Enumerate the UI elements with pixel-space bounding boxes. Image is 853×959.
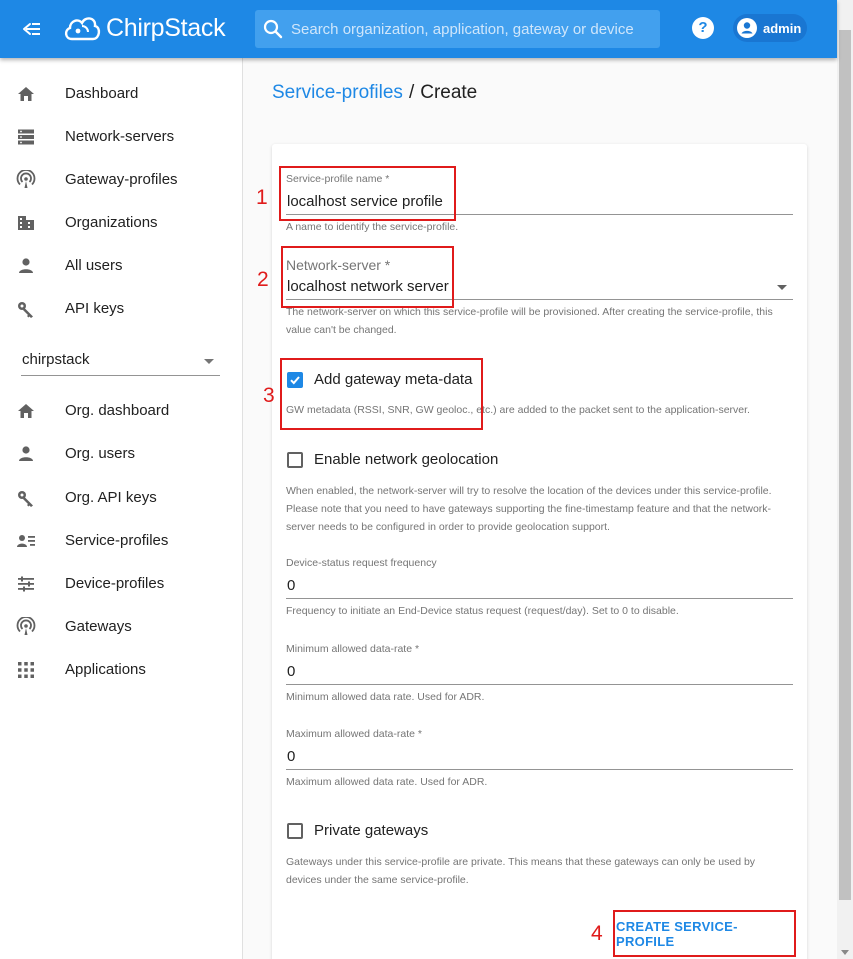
annotation-number-1: 1	[256, 186, 268, 209]
tune-icon	[15, 573, 37, 595]
home-icon	[15, 83, 37, 105]
gateway-icon	[15, 616, 37, 638]
breadcrumb: Service-profiles / Create	[272, 82, 477, 104]
sidebar-item-applications[interactable]: Applications	[0, 648, 242, 691]
min-data-rate-helper: Minimum allowed data rate. Used for ADR.	[286, 691, 485, 703]
cloud-logo-icon	[64, 17, 101, 41]
annotation-number-3: 3	[263, 384, 275, 407]
user-menu-button[interactable]: admin	[733, 14, 807, 42]
gateway-icon	[15, 169, 37, 191]
chevron-down-icon	[777, 285, 787, 290]
sidebar-item-network-servers[interactable]: Network-servers	[0, 115, 242, 158]
search-icon	[263, 19, 283, 39]
sidebar-item-gateway-profiles[interactable]: Gateway-profiles	[0, 158, 242, 201]
sidebar-item-gateways[interactable]: Gateways	[0, 605, 242, 648]
max-data-rate-input[interactable]: 0	[286, 746, 793, 770]
device-status-frequency-helper: Frequency to initiate an End-Device stat…	[286, 605, 679, 617]
private-gateways-label: Private gateways	[314, 822, 429, 839]
account-circle-icon	[737, 18, 757, 38]
device-status-frequency-input[interactable]: 0	[286, 575, 793, 599]
server-icon	[15, 126, 37, 148]
sidebar-item-org-api-keys[interactable]: Org. API keys	[0, 476, 242, 519]
page-scrollbar[interactable]	[837, 0, 853, 959]
domain-icon	[15, 212, 37, 234]
annotation-box-1	[279, 166, 456, 221]
search-box[interactable]	[255, 10, 660, 48]
sidebar-item-org-users[interactable]: Org. users	[0, 432, 242, 475]
sidebar-item-dashboard[interactable]: Dashboard	[0, 72, 242, 115]
page-title: Create	[420, 82, 478, 103]
search-input[interactable]	[291, 20, 651, 38]
user-icon	[15, 255, 37, 277]
organization-select[interactable]: chirpstack	[21, 348, 220, 376]
min-data-rate-input[interactable]: 0	[286, 661, 793, 685]
collapse-menu-icon[interactable]	[16, 15, 46, 43]
home-icon	[15, 400, 37, 422]
annotation-box-2	[281, 246, 454, 308]
sidebar-item-all-users[interactable]: All users	[0, 244, 242, 287]
max-data-rate-label: Maximum allowed data-rate *	[286, 728, 422, 740]
account-details-icon	[15, 530, 37, 552]
min-data-rate-label: Minimum allowed data-rate *	[286, 643, 420, 655]
breadcrumb-separator: /	[408, 82, 415, 103]
network-server-helper: The network-server on which this service…	[286, 306, 773, 336]
enable-network-geolocation-checkbox[interactable]	[287, 452, 303, 468]
sidebar-item-service-profiles[interactable]: Service-profiles	[0, 519, 242, 562]
chevron-down-icon	[204, 359, 214, 364]
sidebar: Dashboard Network-servers Gateway-profil…	[0, 58, 243, 959]
breadcrumb-service-profiles-link[interactable]: Service-profiles	[272, 82, 403, 103]
key-icon	[15, 298, 37, 320]
sidebar-item-org-dashboard[interactable]: Org. dashboard	[0, 389, 242, 432]
geolocation-helper: When enabled, the network-server will tr…	[286, 485, 772, 533]
private-gateways-checkbox[interactable]	[287, 823, 303, 839]
scrollbar-thumb[interactable]	[839, 30, 851, 900]
user-icon	[15, 443, 37, 465]
annotation-number-2: 2	[257, 268, 269, 291]
device-status-frequency-label: Device-status request frequency	[286, 557, 437, 569]
chirpstack-logo[interactable]: ChirpStack	[62, 10, 226, 46]
top-app-bar: ChirpStack ? admin	[0, 0, 837, 58]
key-icon	[15, 487, 37, 509]
annotation-box-4	[613, 910, 796, 957]
annotation-number-4: 4	[591, 922, 603, 945]
sidebar-item-api-keys[interactable]: API keys	[0, 287, 242, 330]
private-gateways-helper: Gateways under this service-profile are …	[286, 856, 756, 886]
apps-icon	[15, 659, 37, 681]
annotation-box-3	[280, 358, 483, 430]
help-icon[interactable]: ?	[692, 17, 714, 39]
brand-name: ChirpStack	[106, 13, 226, 42]
max-data-rate-helper: Maximum allowed data rate. Used for ADR.	[286, 776, 488, 788]
scroll-down-arrow-icon[interactable]	[841, 950, 849, 955]
sidebar-item-device-profiles[interactable]: Device-profiles	[0, 562, 242, 605]
sidebar-item-organizations[interactable]: Organizations	[0, 201, 242, 244]
username: admin	[763, 20, 802, 36]
enable-network-geolocation-label: Enable network geolocation	[314, 451, 499, 468]
